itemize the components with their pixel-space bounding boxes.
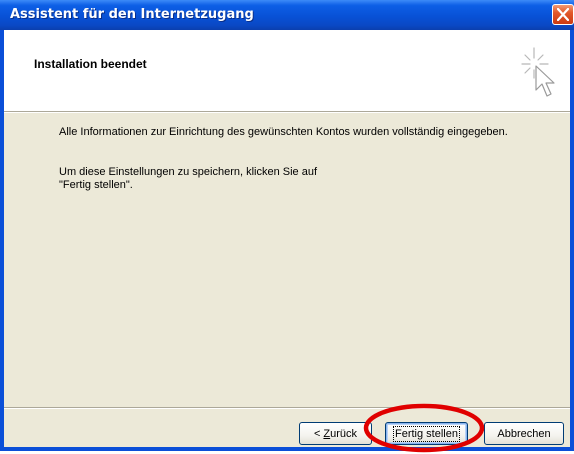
cancel-button-label: Abbrechen — [497, 427, 551, 440]
close-icon — [557, 8, 569, 21]
back-button[interactable]: < Zurück — [299, 422, 372, 445]
finish-button[interactable]: Fertig stellen — [385, 422, 468, 445]
wizard-cursor-icon — [521, 47, 555, 97]
header-separator — [4, 111, 570, 113]
footer-separator — [4, 407, 570, 409]
close-button[interactable] — [552, 4, 574, 25]
cancel-button[interactable]: Abbrechen — [484, 422, 564, 445]
instruction-line-1: Um diese Einstellungen zu speichern, kli… — [59, 166, 318, 178]
finish-button-label: Fertig stellen — [393, 425, 460, 442]
page-title: Installation beendet — [34, 57, 147, 71]
instruction-text: Um diese Einstellungen zu speichern, kli… — [59, 166, 539, 192]
wizard-header: Installation beendet — [4, 30, 570, 111]
info-text: Alle Informationen zur Einrichtung des g… — [59, 126, 508, 138]
title-bar[interactable]: Assistent für den Internetzugang — [0, 0, 574, 30]
dialog-client-area: Installation beendet Alle Informationen … — [4, 30, 570, 447]
wizard-window: Assistent für den Internetzugang Install… — [0, 0, 574, 453]
window-title: Assistent für den Internetzugang — [10, 7, 254, 22]
instruction-line-2: "Fertig stellen". — [59, 179, 133, 191]
back-button-label: < Zurück — [313, 427, 358, 440]
